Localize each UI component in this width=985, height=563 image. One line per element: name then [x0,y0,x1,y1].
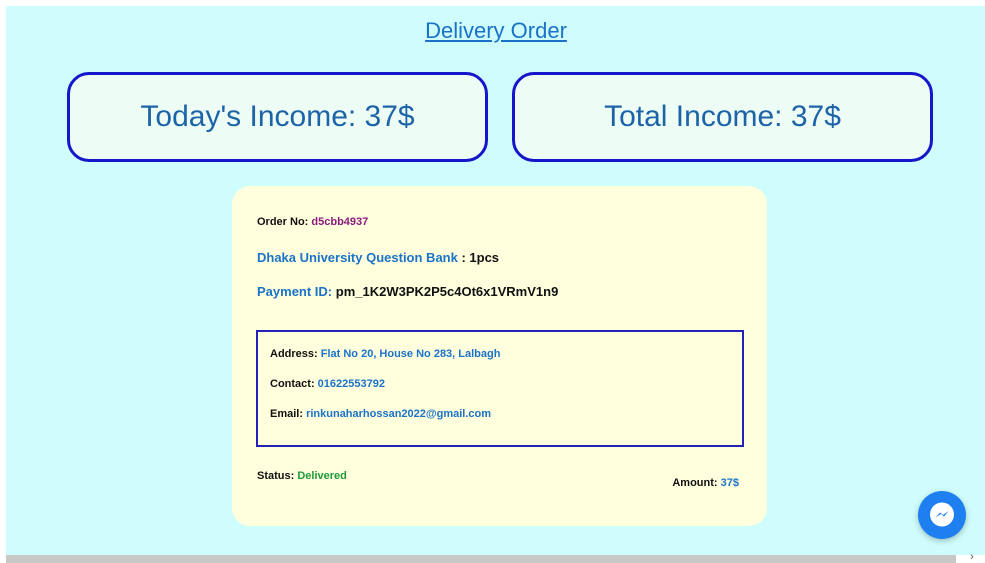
todays-income-card: Today's Income: 37$ [67,72,488,162]
email-row: Email: rinkunaharhossan2022@gmail.com [270,408,491,420]
payment-id-label: Payment ID: [257,284,333,299]
contact-value: 01622553792 [317,378,385,390]
amount-value: 37$ [720,477,739,489]
order-number-label: Order No: [257,216,309,228]
order-card: Order No: d5cbb4937 Dhaka University Que… [232,186,767,526]
total-income-card: Total Income: 37$ [512,72,933,162]
email-label: Email: [270,408,304,420]
address-row: Address: Flat No 20, House No 283, Lalba… [270,348,500,360]
status-row: Status: Delivered [257,470,347,482]
page-title-link[interactable]: Delivery Order [6,18,985,44]
order-number-row: Order No: d5cbb4937 [257,216,368,228]
address-label: Address: [270,348,318,360]
messenger-icon [930,502,954,527]
product-name: Dhaka University Question Bank [257,250,458,265]
product-row: Dhaka University Question Bank : 1pcs [257,250,499,265]
payment-id-value: pm_1K2W3PK2P5c4Ot6x1VRmV1n9 [335,284,559,299]
contact-label: Contact: [270,378,315,390]
address-value: Flat No 20, House No 283, Lalbagh [320,348,501,360]
amount-label: Amount: [672,477,718,489]
page-viewport: Delivery Order Today's Income: 37$ Total… [6,6,985,555]
product-quantity: : 1pcs [457,250,500,265]
status-label: Status: [257,470,295,482]
chevron-right-icon[interactable]: › [966,552,978,563]
shipping-info-box: Address: Flat No 20, House No 283, Lalba… [256,330,744,447]
amount-row: Amount: 37$ [672,477,739,489]
todays-income-text: Today's Income: 37$ [140,100,415,133]
order-number-value: d5cbb4937 [311,216,369,228]
messenger-chat-button[interactable] [918,491,966,539]
payment-row: Payment ID: pm_1K2W3PK2P5c4Ot6x1VRmV1n9 [257,284,558,299]
contact-row: Contact: 01622553792 [270,378,385,390]
status-value: Delivered [297,470,347,482]
email-value: rinkunaharhossan2022@gmail.com [306,408,492,420]
total-income-text: Total Income: 37$ [604,100,841,133]
horizontal-scrollbar[interactable] [6,555,956,563]
